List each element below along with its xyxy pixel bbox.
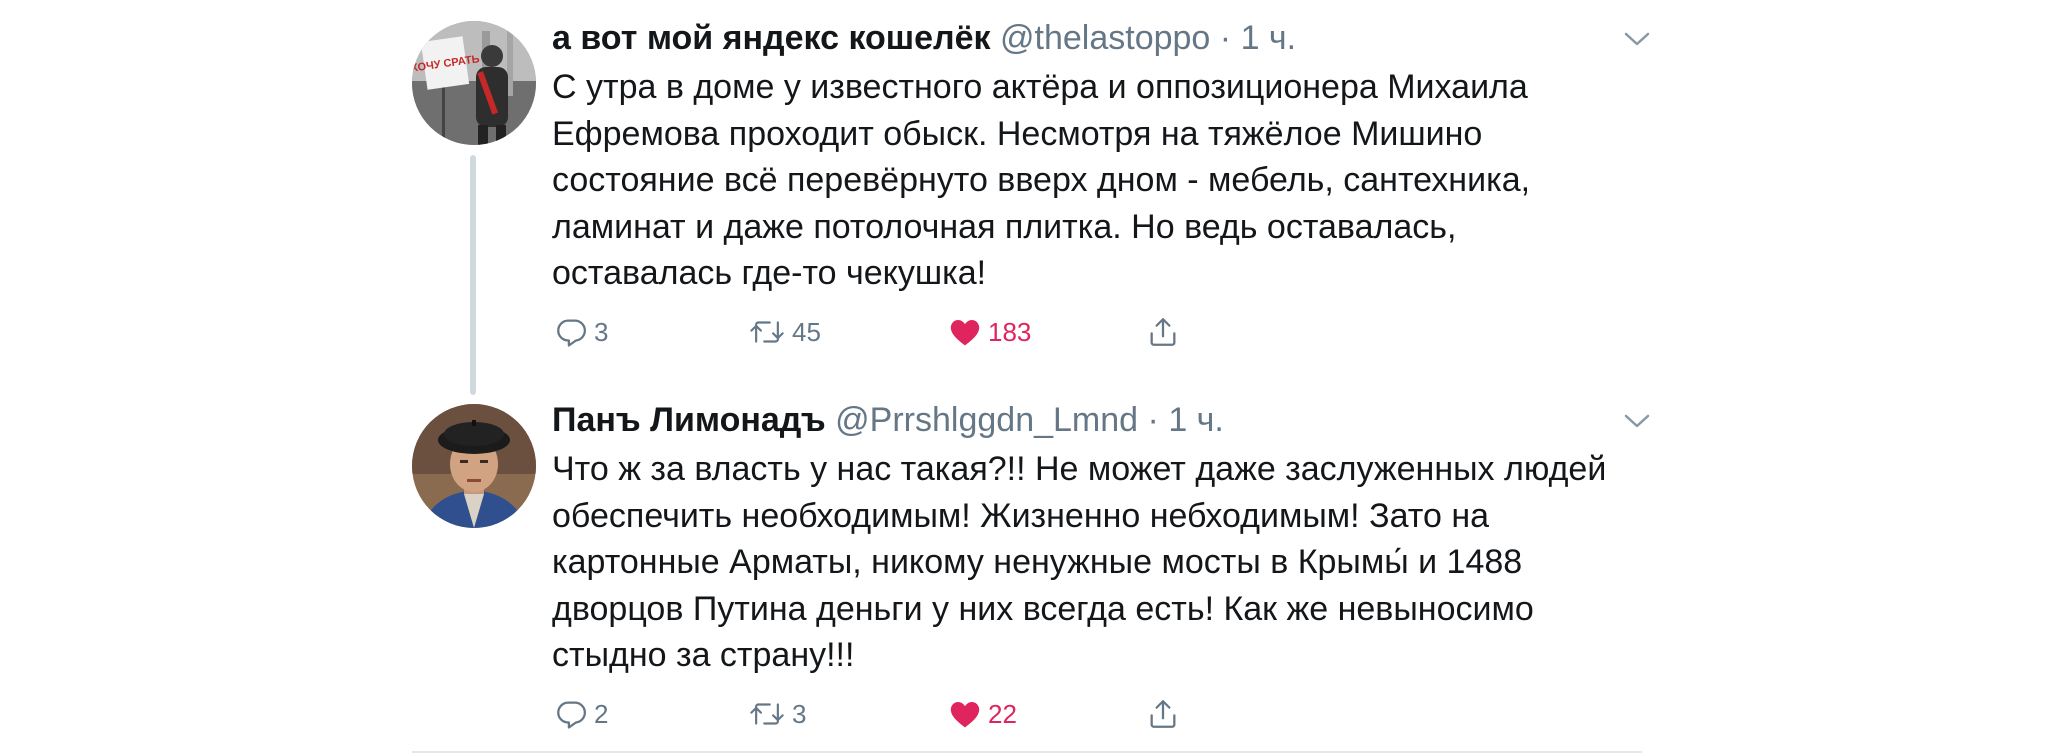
heart-icon — [950, 701, 980, 728]
reply-icon — [557, 701, 586, 729]
like-button[interactable]: 183 — [948, 312, 1031, 352]
tweet-text-line: ламинат и даже потолочная плитка. Но вед… — [552, 207, 1457, 246]
like-button[interactable]: 22 — [948, 694, 1017, 734]
tweet-actions: 3 45 183 — [552, 312, 1652, 352]
tweet-text-line: Что ж за власть у нас такая?!! Не может … — [552, 450, 1607, 488]
author-name[interactable]: Панъ Лимонадъ — [552, 401, 826, 439]
tweet[interactable]: ХОЧУ СРАТЬ а вот мой яндекс кошелёк @the… — [0, 0, 2048, 395]
retweet-button[interactable]: 3 — [748, 694, 806, 734]
share-button[interactable] — [1146, 694, 1180, 734]
share-button[interactable] — [1146, 312, 1180, 352]
tweet-text-line: картонные Арматы, никому ненужные мосты … — [552, 543, 1523, 581]
avatar[interactable] — [412, 404, 536, 528]
tweet-text-line: С утра в доме у известного актёра и оппо… — [552, 68, 1528, 106]
reply-count: 2 — [594, 698, 609, 729]
avatar-image — [412, 404, 536, 528]
like-count: 22 — [988, 698, 1017, 729]
retweet-count: 45 — [792, 316, 821, 347]
share-icon — [1150, 318, 1176, 346]
author-name[interactable]: а вот мой яндекс кошелёк — [552, 19, 991, 57]
tweet-text-line: стыдно за страну!!! — [552, 636, 855, 674]
tweet-text-line: Ефремова проходит обыск. Несмотря на тяж… — [552, 114, 1483, 153]
retweet-button[interactable]: 45 — [748, 312, 821, 352]
thread-line — [470, 155, 476, 395]
tweet-text-line: оставалась где-то чекушка! — [552, 254, 987, 292]
chevron-down-icon[interactable] — [1622, 411, 1652, 431]
tweet-header: а вот мой яндекс кошелёк @thelastoppo · … — [552, 18, 1296, 58]
author-handle[interactable]: @Prrshlggdn_Lmnd — [835, 401, 1138, 439]
reply-icon — [557, 319, 586, 347]
tweet-text-line: состояние всё перевёрнуто вверх дном - м… — [552, 161, 1531, 199]
share-icon — [1150, 700, 1176, 728]
tweet-text: С утра в доме у известного актёра и оппо… — [552, 64, 1652, 297]
separator-dot: · — [1219, 19, 1232, 57]
timestamp[interactable]: 1 ч. — [1168, 401, 1224, 439]
avatar-image: ХОЧУ СРАТЬ — [412, 21, 536, 145]
author-handle[interactable]: @thelastoppo — [1000, 19, 1210, 57]
tweet-header: Панъ Лимонадъ @Prrshlggdn_Lmnd · 1 ч. — [552, 400, 1224, 440]
retweet-icon — [750, 703, 784, 725]
tweet-text-line: обеспечить необходимым! Жизненно небходи… — [552, 496, 1490, 535]
tweet[interactable]: Панъ Лимонадъ @Prrshlggdn_Lmnd · 1 ч. Чт… — [0, 380, 2048, 751]
timestamp[interactable]: 1 ч. — [1241, 19, 1297, 57]
like-count: 183 — [988, 316, 1032, 347]
reply-button[interactable]: 2 — [554, 694, 608, 734]
tweet-text-line: дворцов Путина деньги у них всегда есть!… — [552, 589, 1534, 628]
reply-count: 3 — [594, 316, 609, 347]
avatar[interactable]: ХОЧУ СРАТЬ — [412, 21, 536, 145]
chevron-down-icon[interactable] — [1622, 29, 1652, 49]
retweet-icon — [750, 321, 784, 343]
retweet-count: 3 — [792, 698, 807, 729]
heart-icon — [950, 319, 980, 346]
reply-button[interactable]: 3 — [554, 312, 608, 352]
tweet-actions: 2 3 22 — [552, 694, 1652, 734]
separator-dot: · — [1147, 401, 1159, 439]
tweet-text: Что ж за власть у нас такая?!! Не может … — [552, 446, 1652, 679]
